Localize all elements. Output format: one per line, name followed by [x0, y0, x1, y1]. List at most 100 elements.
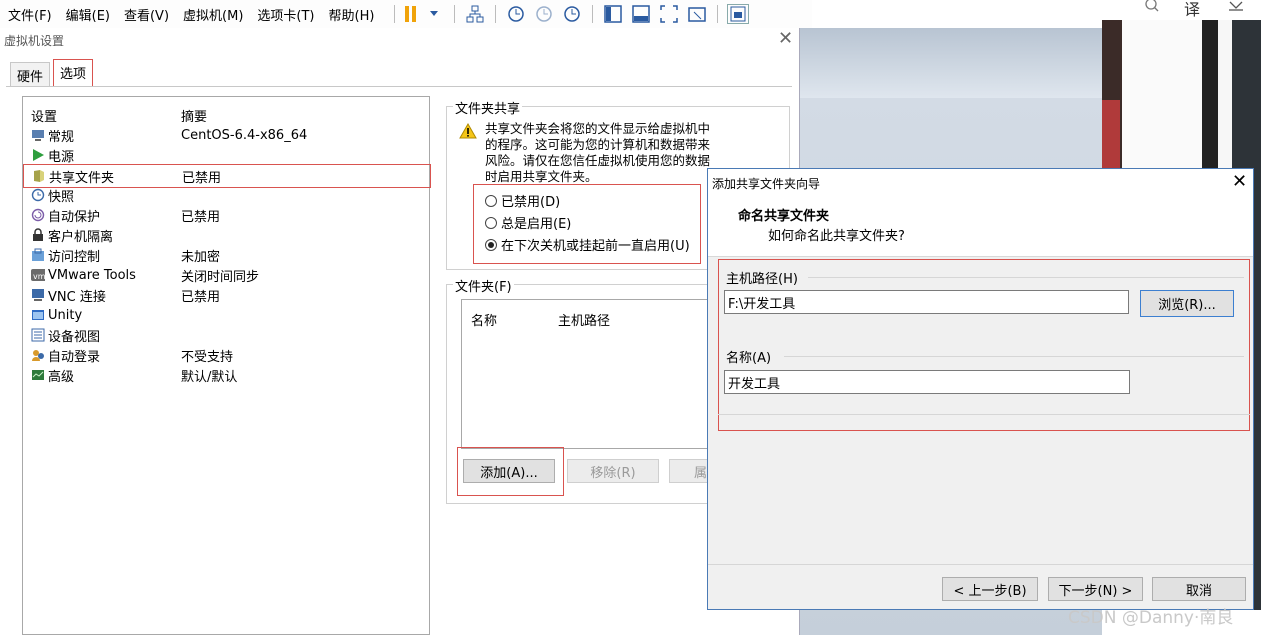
list-item[interactable]: 客户机隔离 — [31, 225, 431, 245]
toolbar-separator — [454, 5, 456, 23]
snapshot-manager-icon[interactable] — [561, 4, 583, 24]
list-item-summary: 已禁用 — [181, 289, 221, 305]
toolbar-separator — [394, 5, 396, 23]
column-header-setting: 设置 — [31, 109, 58, 125]
remove-folder-button[interactable]: 移除(R) — [567, 459, 659, 483]
autoprotect-icon — [31, 208, 45, 222]
list-item-summary: 未加密 — [181, 249, 221, 265]
pause-icon[interactable] — [405, 6, 417, 22]
host-path-label: 主机路径(H) — [726, 272, 798, 287]
tab-options[interactable]: 选项 — [53, 59, 94, 87]
thumbnail-image — [1102, 100, 1120, 170]
tab-hardware[interactable]: 硬件 — [10, 62, 51, 86]
list-item[interactable]: Unity — [31, 305, 431, 325]
radio-button[interactable] — [485, 194, 497, 207]
list-item[interactable]: VNC 连接 已禁用 — [31, 285, 431, 305]
translate-button[interactable]: 译 — [1184, 0, 1200, 20]
radio-button[interactable] — [485, 216, 497, 229]
radio-label: 已禁用(D) — [501, 195, 561, 210]
divider — [784, 356, 1244, 357]
menu-tabs[interactable]: 选项卡(T) — [257, 5, 314, 24]
list-item[interactable]: 电源 — [31, 145, 431, 165]
list-item[interactable]: 快照 — [31, 185, 431, 205]
dropdown-arrow-icon[interactable] — [423, 4, 445, 24]
column-header-summary: 摘要 — [181, 109, 208, 125]
console-view-icon[interactable] — [630, 4, 652, 24]
download-icon[interactable] — [1228, 0, 1244, 16]
column-header-name[interactable]: 名称 — [471, 310, 497, 329]
next-button[interactable]: 下一步(N) > — [1048, 577, 1143, 601]
browse-button[interactable]: 浏览(R)... — [1140, 290, 1234, 317]
list-item-summary: 默认/默认 — [181, 369, 238, 385]
wizard-title: 添加共享文件夹向导 — [712, 177, 821, 191]
list-item-label: 自动登录 — [48, 349, 101, 365]
warning-icon — [459, 122, 477, 143]
list-item-summary: 已禁用 — [181, 209, 221, 225]
list-item[interactable]: vm VMware Tools 关闭时间同步 — [31, 265, 431, 285]
unity-mode-icon[interactable] — [686, 4, 708, 24]
tab-divider — [6, 86, 792, 87]
name-label: 名称(A) — [726, 351, 772, 366]
menu-file[interactable]: 文件(F) — [8, 5, 52, 24]
list-item[interactable]: 高级 默认/默认 — [31, 365, 431, 385]
vm-settings-dialog: 虚拟机设置 ✕ 硬件 选项 设置 摘要 常规 CentOS-6.4-x86_64… — [0, 28, 800, 635]
list-item-label: VMware Tools — [48, 267, 136, 283]
group-title: 文件夹(F) — [453, 276, 514, 295]
list-item-label: 自动保护 — [48, 209, 101, 225]
snapshot-revert-icon[interactable] — [533, 4, 555, 24]
library-view-icon[interactable] — [602, 4, 624, 24]
toolbar-separator — [495, 5, 497, 23]
list-item-summary: 不受支持 — [181, 349, 234, 365]
properties-button[interactable]: 属 — [669, 459, 709, 483]
search-icon[interactable] — [1144, 0, 1160, 17]
folder-name-input[interactable] — [724, 370, 1130, 394]
list-item[interactable]: 自动保护 已禁用 — [31, 205, 431, 225]
toolbar-separator — [717, 5, 719, 23]
list-item-summary: 关闭时间同步 — [181, 269, 260, 285]
radio-until-poweroff[interactable]: 在下次关机或挂起前一直启用(U) — [485, 235, 690, 254]
svg-text:vm: vm — [33, 272, 45, 281]
power-icon — [31, 148, 45, 162]
access-control-icon — [31, 248, 45, 262]
thumbnail-view-icon[interactable] — [727, 4, 750, 24]
list-item-label: 电源 — [48, 149, 75, 165]
close-icon[interactable]: ✕ — [1232, 171, 1247, 192]
menu-view[interactable]: 查看(V) — [124, 5, 169, 24]
list-item[interactable]: 自动登录 不受支持 — [31, 345, 431, 365]
menu-edit[interactable]: 编辑(E) — [66, 5, 110, 24]
list-item-label: 快照 — [48, 189, 75, 205]
cancel-button[interactable]: 取消 — [1152, 577, 1246, 601]
list-item[interactable]: 访问控制 未加密 — [31, 245, 431, 265]
warning-line: 风险。请仅在您信任虚拟机使用您的数据 — [485, 153, 711, 168]
back-button[interactable]: < 上一步(B) — [942, 577, 1038, 601]
divider — [708, 564, 1253, 565]
wizard-subheading: 如何命名此共享文件夹? — [768, 229, 905, 244]
host-path-input[interactable] — [724, 290, 1129, 314]
list-item-label: 高级 — [48, 369, 75, 385]
autologin-icon — [31, 348, 45, 362]
list-item[interactable]: 常规 CentOS-6.4-x86_64 — [31, 125, 431, 145]
list-item[interactable]: 设备视图 — [31, 325, 431, 345]
snapshot-icon — [31, 188, 45, 202]
isolation-icon — [31, 228, 45, 242]
warning-line: 的程序。这可能为您的计算机和数据带来 — [485, 137, 711, 152]
radio-always[interactable]: 总是启用(E) — [485, 213, 571, 232]
list-item-summary: 已禁用 — [182, 170, 222, 186]
snapshot-take-icon[interactable] — [505, 4, 527, 24]
fullscreen-icon[interactable] — [658, 4, 680, 24]
shared-folder-icon — [32, 169, 46, 183]
menu-help[interactable]: 帮助(H) — [329, 5, 375, 24]
column-header-host-path[interactable]: 主机路径 — [558, 310, 610, 329]
browser-toolbar: 译 — [1100, 0, 1261, 20]
network-icon[interactable] — [464, 4, 486, 24]
dialog-title: 虚拟机设置 — [4, 34, 65, 48]
close-icon[interactable]: ✕ — [778, 28, 793, 49]
radio-disabled[interactable]: 已禁用(D) — [485, 191, 560, 210]
add-folder-button[interactable]: 添加(A)... — [463, 459, 555, 483]
list-item-label: VNC 连接 — [48, 289, 106, 305]
vm-desktop-top — [800, 28, 1102, 98]
device-view-icon — [31, 328, 45, 342]
menu-vm[interactable]: 虚拟机(M) — [183, 5, 243, 24]
radio-button-selected[interactable] — [485, 238, 497, 251]
divider — [718, 414, 1250, 415]
